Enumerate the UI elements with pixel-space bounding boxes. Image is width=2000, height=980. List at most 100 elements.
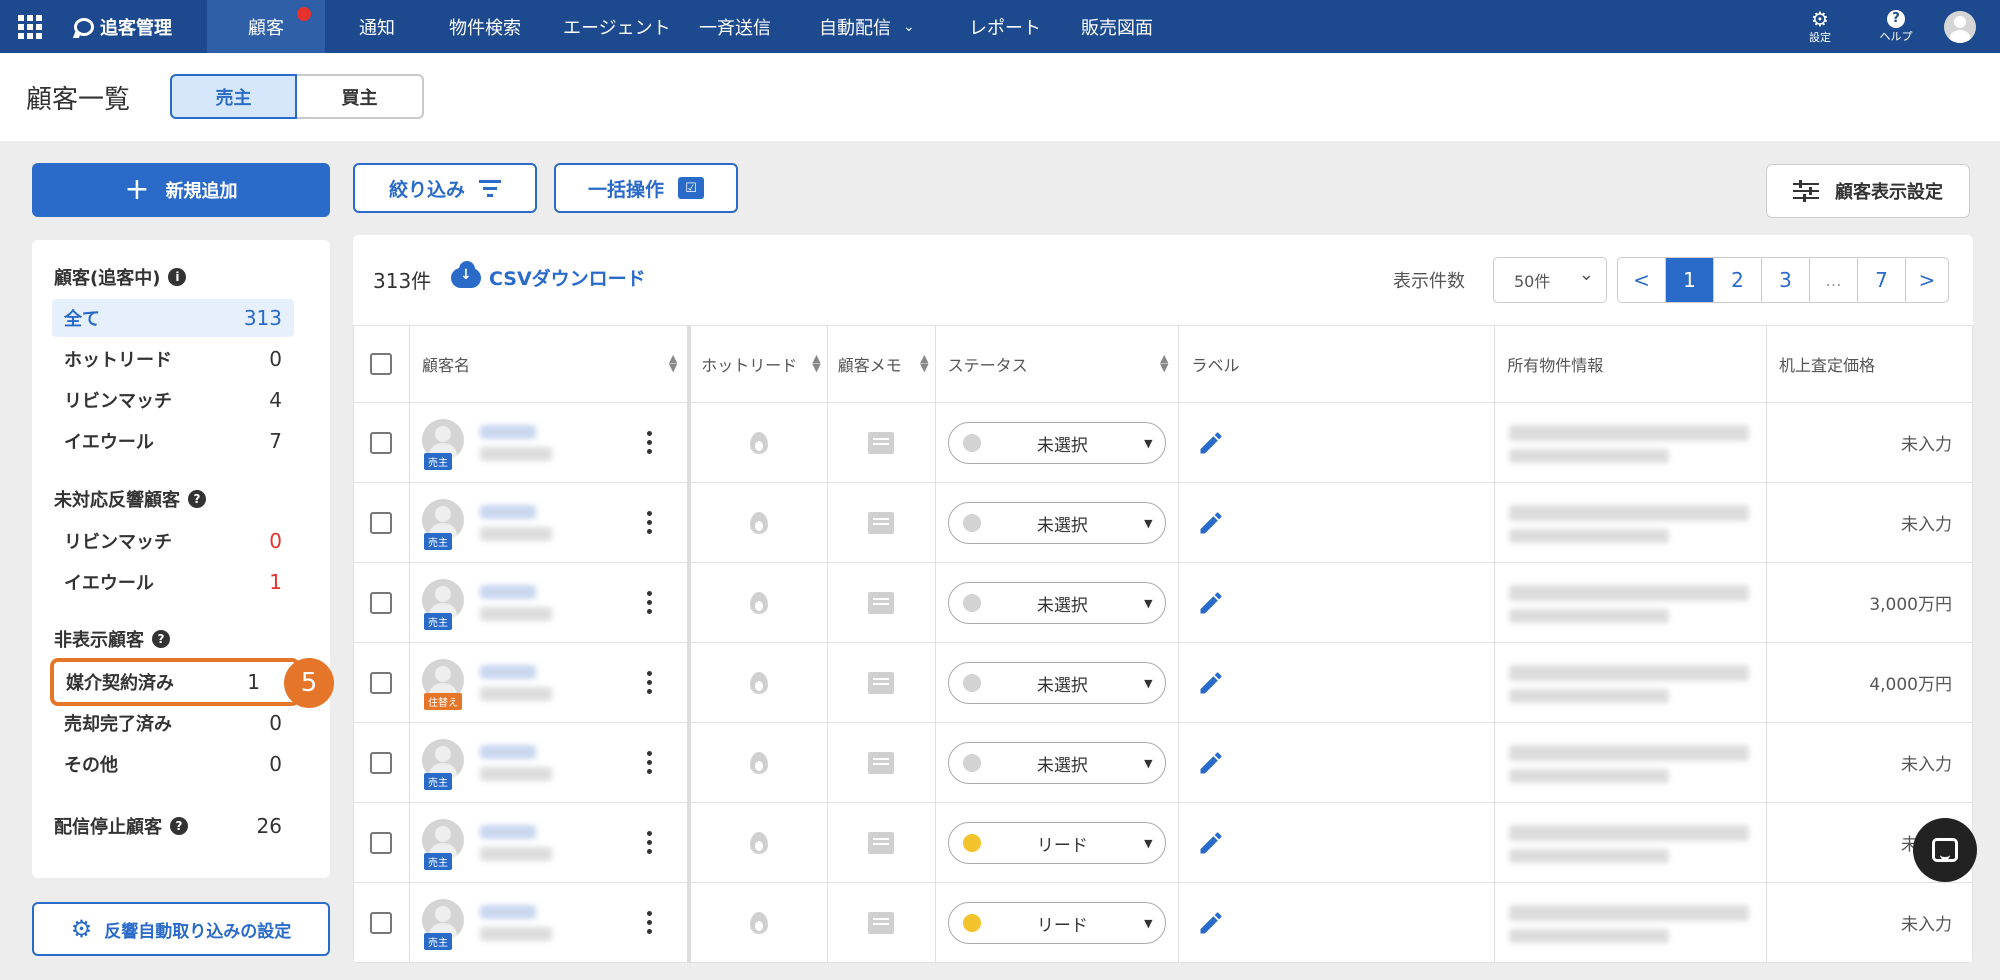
memo-cell[interactable] bbox=[826, 882, 936, 963]
sidebar-item-brokerage-contracted[interactable]: 媒介契約済み 1 bbox=[50, 658, 300, 706]
help-icon[interactable]: ? bbox=[170, 817, 188, 835]
customer-name-cell[interactable]: 売主 bbox=[408, 722, 692, 803]
per-page-select[interactable]: 50件 bbox=[1493, 257, 1607, 303]
memo-cell[interactable] bbox=[826, 562, 936, 643]
memo-icon[interactable] bbox=[868, 431, 895, 454]
apps-grid-icon[interactable] bbox=[18, 0, 54, 53]
sidebar-item-livin-match[interactable]: リビンマッチ 4 bbox=[52, 381, 294, 419]
flame-icon[interactable] bbox=[749, 431, 768, 454]
sidebar-item-unresponded-ieul[interactable]: イエウール 1 bbox=[52, 563, 294, 601]
tab-seller[interactable]: 売主 bbox=[170, 74, 297, 119]
memo-cell[interactable] bbox=[826, 642, 936, 723]
sidebar-item-all[interactable]: 全て 313 bbox=[52, 299, 294, 337]
help-icon[interactable]: ? bbox=[188, 490, 206, 508]
select-all-checkbox[interactable] bbox=[370, 353, 393, 375]
brand-logo[interactable]: 追客管理 bbox=[74, 14, 207, 40]
flame-icon[interactable] bbox=[749, 751, 768, 774]
settings-button[interactable]: ⚙ 設定 bbox=[1782, 9, 1858, 45]
more-options-icon[interactable] bbox=[647, 511, 653, 534]
customer-name-cell[interactable]: 住替え bbox=[408, 642, 692, 723]
column-header-status[interactable]: ステータス ▲ ▼ bbox=[934, 325, 1180, 403]
customer-name-cell[interactable]: 売主 bbox=[408, 882, 692, 963]
flame-icon[interactable] bbox=[749, 591, 768, 614]
sidebar-item-hot-lead[interactable]: ホットリード 0 bbox=[52, 340, 294, 378]
memo-icon[interactable] bbox=[868, 671, 895, 694]
row-checkbox[interactable] bbox=[370, 911, 393, 934]
customer-name-cell[interactable]: 売主 bbox=[408, 802, 692, 883]
more-options-icon[interactable] bbox=[647, 431, 653, 454]
nav-item-sales-drawings[interactable]: 販売図面 bbox=[1075, 0, 1195, 53]
status-select[interactable]: リード ▼ bbox=[947, 822, 1166, 864]
more-options-icon[interactable] bbox=[647, 591, 653, 614]
memo-icon[interactable] bbox=[868, 511, 895, 534]
sidebar-item-delivery-stopped[interactable]: 配信停止顧客 ? 26 bbox=[42, 807, 294, 845]
chat-support-button[interactable] bbox=[1913, 818, 1977, 882]
row-checkbox[interactable] bbox=[370, 591, 393, 614]
edit-pencil-icon[interactable] bbox=[1197, 909, 1225, 937]
tab-buyer[interactable]: 買主 bbox=[297, 74, 424, 119]
memo-icon[interactable] bbox=[868, 911, 895, 934]
customer-name-cell[interactable]: 売主 bbox=[408, 562, 692, 643]
edit-pencil-icon[interactable] bbox=[1197, 589, 1225, 617]
auto-import-settings-button[interactable]: ⚙ 反響自動取り込みの設定 bbox=[32, 902, 330, 956]
nav-item-notifications[interactable]: 通知 bbox=[325, 0, 429, 53]
customer-name-cell[interactable]: 売主 bbox=[408, 482, 692, 563]
hot-lead-cell[interactable] bbox=[688, 642, 828, 723]
user-avatar[interactable] bbox=[1944, 10, 1976, 43]
bulk-action-button[interactable]: 一括操作 ☑ bbox=[554, 163, 738, 213]
pagination-page[interactable]: 3 bbox=[1762, 258, 1810, 302]
table-row[interactable]: 住替え 未選択 ▼ 4,000万円 bbox=[353, 642, 1973, 723]
nav-item-reports[interactable]: レポート bbox=[959, 0, 1075, 53]
sidebar-item-ieul[interactable]: イエウール 7 bbox=[52, 422, 294, 460]
hot-lead-cell[interactable] bbox=[688, 882, 828, 963]
memo-cell[interactable] bbox=[826, 482, 936, 563]
hot-lead-cell[interactable] bbox=[688, 722, 828, 803]
row-checkbox[interactable] bbox=[370, 831, 393, 854]
sidebar-item-unresponded-livin-match[interactable]: リビンマッチ 0 bbox=[52, 522, 294, 560]
memo-icon[interactable] bbox=[868, 831, 895, 854]
display-settings-button[interactable]: 顧客表示設定 bbox=[1766, 164, 1970, 218]
help-icon[interactable]: ? bbox=[152, 630, 170, 648]
status-select[interactable]: 未選択 ▼ bbox=[947, 742, 1166, 784]
pagination-page[interactable]: 7 bbox=[1858, 258, 1906, 302]
flame-icon[interactable] bbox=[749, 831, 768, 854]
table-row[interactable]: 売主 未選択 ▼ 未入力 bbox=[353, 722, 1973, 803]
hot-lead-cell[interactable] bbox=[688, 402, 828, 483]
column-header-hot-lead[interactable]: ホットリード ▲ ▼ bbox=[688, 325, 828, 403]
more-options-icon[interactable] bbox=[647, 831, 653, 854]
pagination-next[interactable]: > bbox=[1906, 258, 1948, 302]
memo-cell[interactable] bbox=[826, 802, 936, 883]
nav-item-customers[interactable]: 顧客 bbox=[207, 0, 325, 53]
status-select[interactable]: 未選択 ▼ bbox=[947, 582, 1166, 624]
hot-lead-cell[interactable] bbox=[688, 562, 828, 643]
more-options-icon[interactable] bbox=[647, 751, 653, 774]
status-select[interactable]: 未選択 ▼ bbox=[947, 422, 1166, 464]
row-checkbox[interactable] bbox=[370, 431, 393, 454]
table-row[interactable]: 売主 リード ▼ 未入力 bbox=[353, 882, 1973, 963]
row-checkbox[interactable] bbox=[370, 751, 393, 774]
status-select[interactable]: 未選択 ▼ bbox=[947, 662, 1166, 704]
edit-pencil-icon[interactable] bbox=[1197, 749, 1225, 777]
customer-name-cell[interactable]: 売主 bbox=[408, 402, 692, 483]
hot-lead-cell[interactable] bbox=[688, 802, 828, 883]
nav-item-agent[interactable]: エージェント bbox=[549, 0, 697, 53]
flame-icon[interactable] bbox=[749, 671, 768, 694]
table-row[interactable]: 売主 リード ▼ 未入力 bbox=[353, 802, 1973, 883]
help-button[interactable]: ? ヘルプ bbox=[1858, 9, 1934, 44]
hot-lead-cell[interactable] bbox=[688, 482, 828, 563]
column-header-memo[interactable]: 顧客メモ ▲ ▼ bbox=[826, 325, 936, 403]
sidebar-item-other[interactable]: その他 0 bbox=[52, 745, 294, 783]
memo-icon[interactable] bbox=[868, 591, 895, 614]
csv-download-link[interactable]: CSVダウンロード bbox=[451, 260, 646, 291]
add-customer-button[interactable]: + 新規追加 bbox=[32, 163, 330, 217]
status-select[interactable]: 未選択 ▼ bbox=[947, 502, 1166, 544]
table-row[interactable]: 売主 未選択 ▼ 未入力 bbox=[353, 402, 1973, 483]
status-select[interactable]: リード ▼ bbox=[947, 902, 1166, 944]
nav-item-auto-delivery[interactable]: 自動配信 ⌄ bbox=[809, 0, 959, 53]
row-checkbox[interactable] bbox=[370, 511, 393, 534]
memo-cell[interactable] bbox=[826, 722, 936, 803]
edit-pencil-icon[interactable] bbox=[1197, 429, 1225, 457]
nav-item-bulk-send[interactable]: 一斉送信 bbox=[697, 0, 809, 53]
memo-icon[interactable] bbox=[868, 751, 895, 774]
flame-icon[interactable] bbox=[749, 511, 768, 534]
